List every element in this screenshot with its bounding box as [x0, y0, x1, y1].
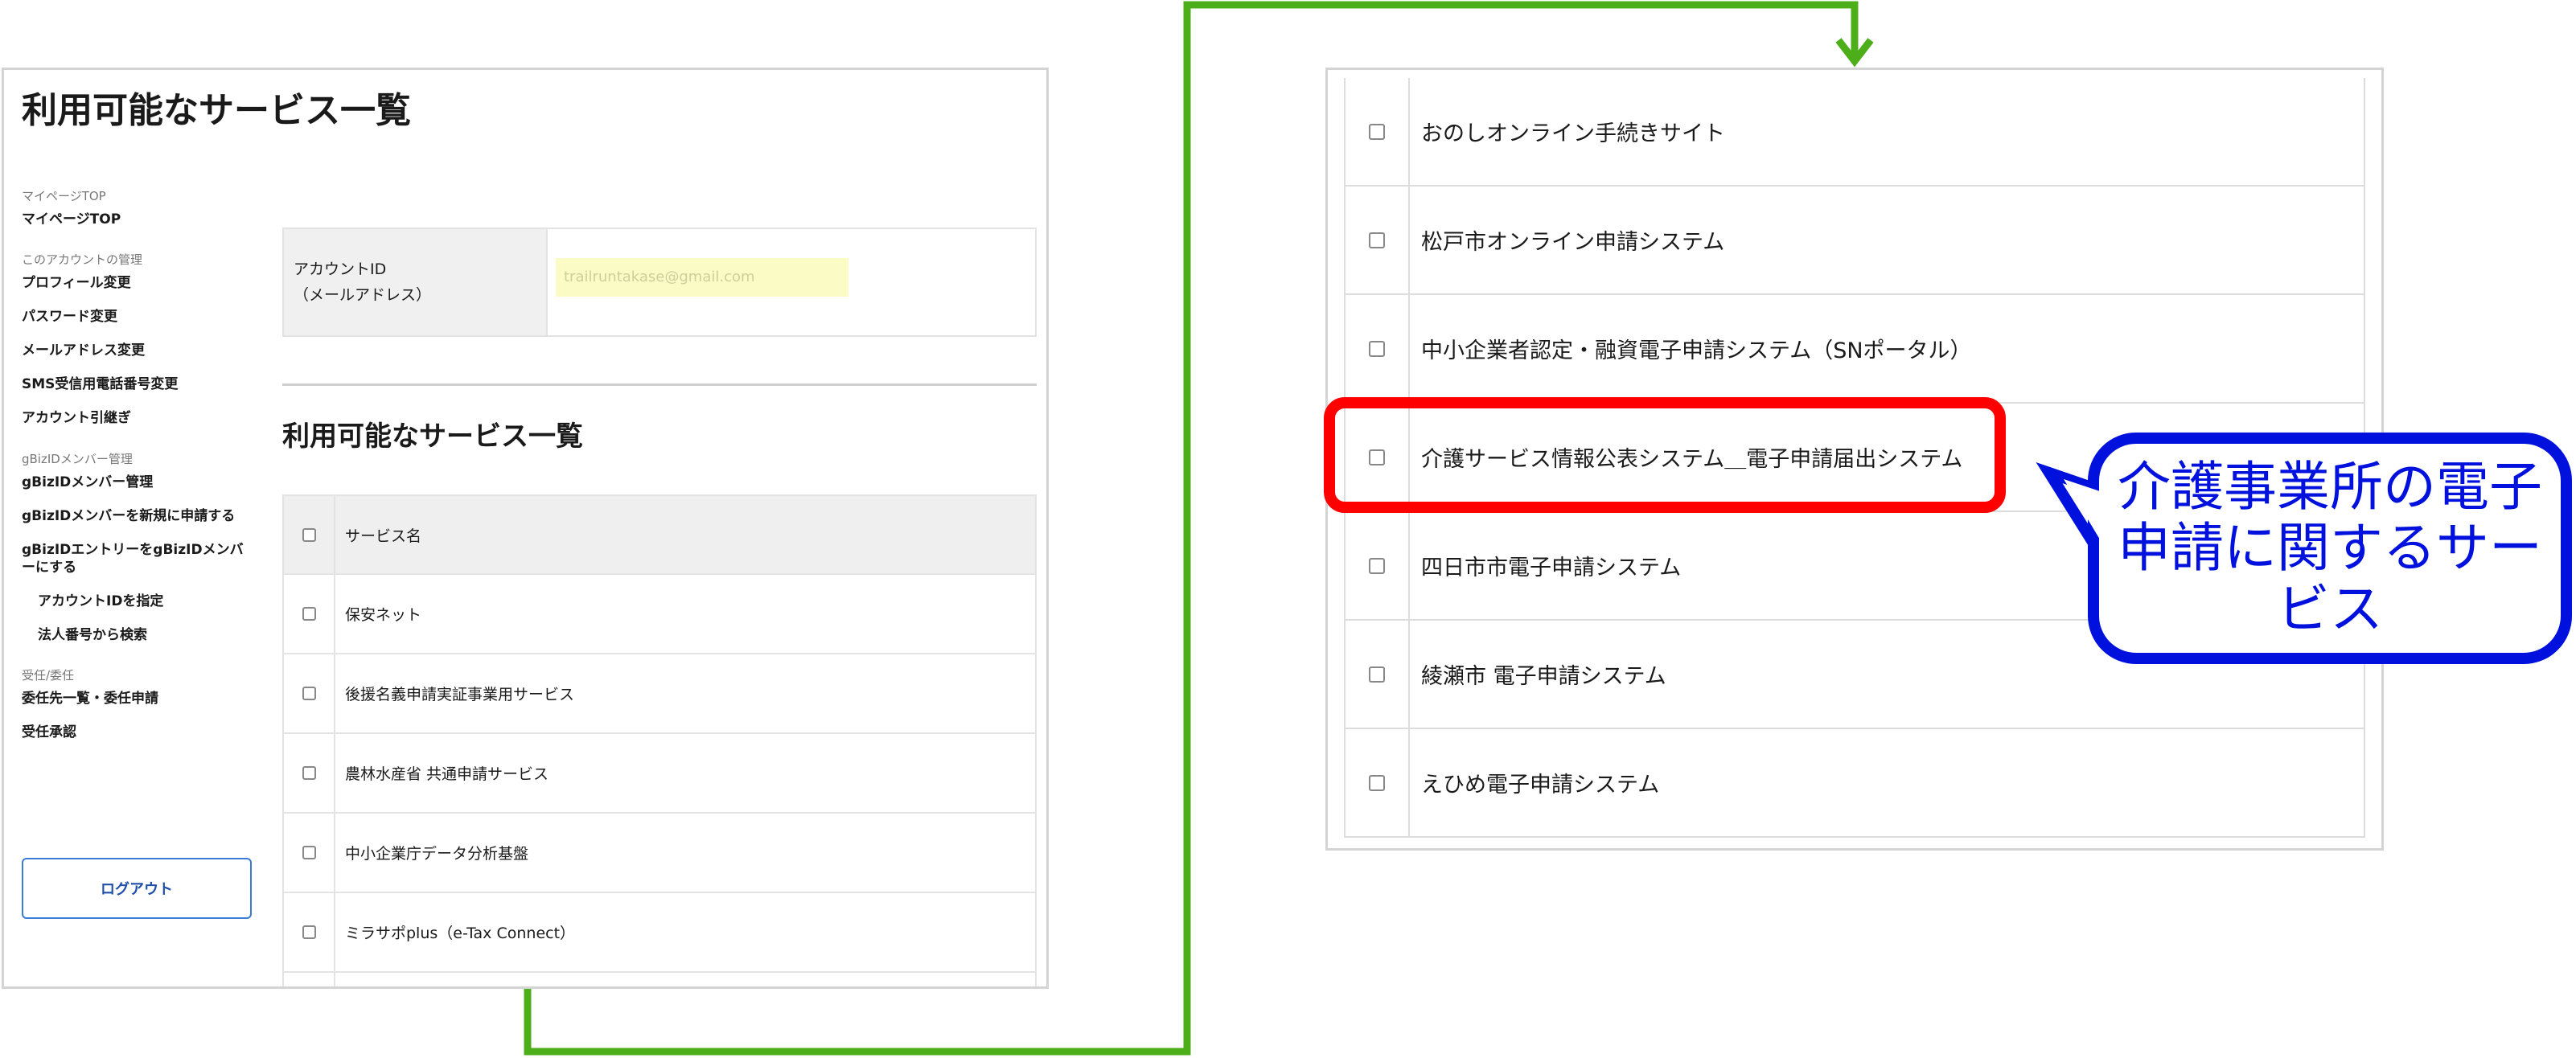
callout-tail-cover	[2064, 479, 2102, 543]
callout-tail-fill	[2064, 479, 2102, 543]
